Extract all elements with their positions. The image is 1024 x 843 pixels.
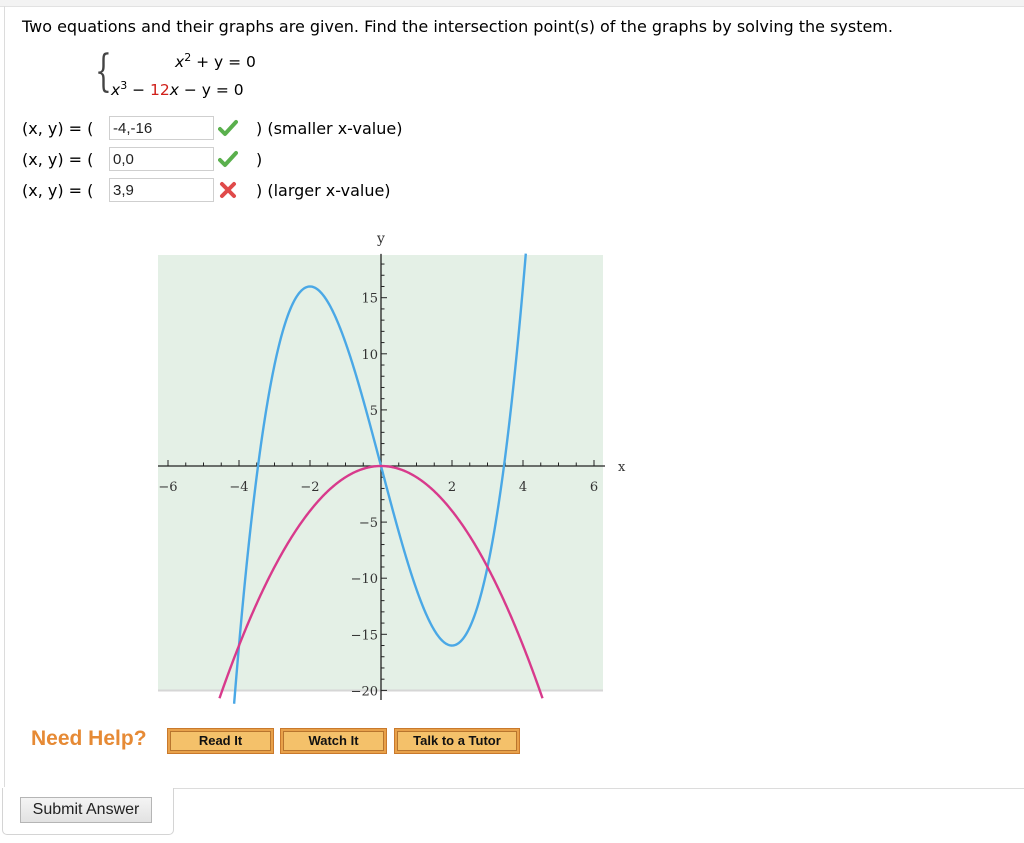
watch-it-button[interactable]: Watch It: [280, 728, 387, 754]
answer-hint: ): [256, 150, 263, 169]
y-tick-label: −20: [351, 684, 378, 699]
watch-it-label: Watch It: [283, 731, 384, 751]
answer-label: (x, y) = (: [22, 150, 94, 169]
equation-2: x3 − 12x − y = 0: [111, 79, 244, 99]
answer-label: (x, y) = (: [22, 119, 94, 138]
x-tick-label: 6: [590, 480, 598, 495]
answer-input-3[interactable]: [109, 178, 214, 202]
y-tick-label: 15: [361, 292, 378, 307]
question-prompt: Two equations and their graphs are given…: [22, 17, 893, 36]
eq2-coefficient: 12: [150, 81, 170, 99]
x-tick-label: −6: [158, 480, 177, 495]
y-tick-label: −10: [351, 572, 378, 587]
x-tick-label: −2: [300, 480, 319, 495]
eq2-variable: x: [111, 81, 121, 99]
talk-to-tutor-button[interactable]: Talk to a Tutor: [394, 728, 520, 754]
eq1-variable: x: [175, 53, 185, 71]
y-axis-label: y: [376, 231, 385, 247]
eq2-var: x: [169, 81, 179, 99]
submit-answer-button[interactable]: Submit Answer: [20, 797, 152, 823]
check-icon: [218, 151, 238, 167]
talk-to-tutor-label: Talk to a Tutor: [397, 731, 517, 751]
y-tick-label: 10: [361, 348, 378, 363]
answer-hint: ) (smaller x-value): [256, 119, 403, 138]
graph: −6 −4 −2 2 4 6 −20 −15 −10 −5 5 10 15 x y: [158, 231, 626, 704]
x-tick-label: −4: [229, 480, 248, 495]
need-help-label: Need Help?: [31, 727, 147, 750]
answer-label: (x, y) = (: [22, 181, 94, 200]
read-it-label: Read It: [170, 731, 271, 751]
x-tick-label: 4: [519, 480, 527, 495]
eq1-rest: + y = 0: [191, 53, 256, 71]
answer-hint: ) (larger x-value): [256, 181, 391, 200]
answer-input-2[interactable]: [109, 147, 214, 171]
check-icon: [218, 120, 238, 136]
eq2-rest: − y = 0: [178, 81, 244, 99]
y-tick-label: 5: [370, 404, 378, 419]
x-axis-label: x: [618, 460, 626, 475]
equation-1: x2 + y = 0: [175, 51, 256, 71]
y-tick-label: −15: [351, 628, 378, 643]
y-tick-label: −5: [359, 516, 378, 531]
eq2-minus: −: [127, 81, 151, 99]
x-tick-label: 2: [448, 480, 456, 495]
answer-input-1[interactable]: [109, 116, 214, 140]
system-brace: {: [95, 46, 112, 97]
read-it-button[interactable]: Read It: [167, 728, 274, 754]
x-icon: [220, 182, 236, 198]
submit-area: Submit Answer: [2, 788, 174, 835]
